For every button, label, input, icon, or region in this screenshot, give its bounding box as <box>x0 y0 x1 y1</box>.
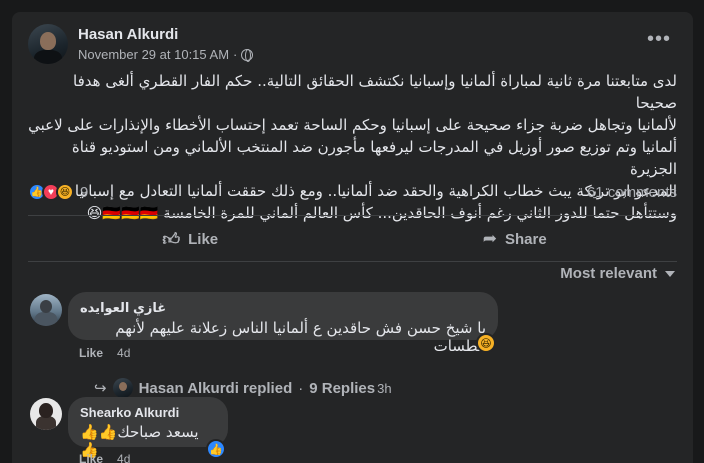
replies-link[interactable]: ↪ Hasan Alkurdi replied · 9 Replies 3h <box>94 378 392 398</box>
post-text-line: لدى متابعتنا مرة ثانية لمباراة ألمانيا و… <box>73 72 677 112</box>
divider <box>28 215 677 216</box>
post-actions: 👍︎ Like ➦ Share <box>28 217 677 261</box>
replied-label: Hasan Alkurdi replied <box>138 379 293 397</box>
replies-time: 3h <box>377 380 392 396</box>
post-stats: 👍 ♥ 😆 9 61 comments <box>28 181 677 203</box>
haha-reaction-icon[interactable]: 😆 <box>476 333 496 353</box>
share-button[interactable]: ➦ Share <box>353 217 678 261</box>
post-text-line: ألمانيا وتم توزيع صور أوزيل في المدرجات … <box>71 138 677 178</box>
comment-actions: Like 4d <box>79 346 130 360</box>
post-text-line: لألمانيا وتجاهل ضربة جزاء صحيحة على إسبا… <box>28 116 677 134</box>
like-button[interactable]: 👍︎ Like <box>28 217 353 261</box>
comment-actions: Like 4d <box>79 452 130 463</box>
comment-text: يا شيخ حسن فش حاقدين ع ألمانيا الناس زعل… <box>115 319 486 355</box>
caret-down-icon <box>665 270 675 277</box>
replies-separator: · <box>298 379 304 397</box>
thumbs-up-icon: 👍︎ <box>162 229 181 249</box>
like-label: Like <box>188 230 219 248</box>
comment-time[interactable]: 4d <box>117 346 130 360</box>
reaction-count[interactable]: 9 <box>80 184 88 201</box>
post-meta: November 29 at 10:15 AM · <box>78 47 254 62</box>
author-info: Hasan Alkurdi November 29 at 10:15 AM · <box>78 26 254 62</box>
commenter-avatar[interactable] <box>30 398 62 430</box>
comment-like-button[interactable]: Like <box>79 346 103 360</box>
divider <box>28 261 677 262</box>
comment-bubble: غازي العوايده يا شيخ حسن فش حاقدين ع ألم… <box>68 292 498 355</box>
comment-count[interactable]: 61 comments <box>587 184 677 201</box>
comment-like-button[interactable]: Like <box>79 452 103 463</box>
post-timestamp[interactable]: November 29 at 10:15 AM <box>78 47 229 62</box>
more-options-icon[interactable]: ••• <box>647 29 671 49</box>
share-label: Share <box>505 230 547 248</box>
commenter-name[interactable]: Shearko Alkurdi <box>80 405 216 420</box>
post-header: Hasan Alkurdi November 29 at 10:15 AM · <box>28 24 254 64</box>
post-card: Hasan Alkurdi November 29 at 10:15 AM · … <box>12 12 693 463</box>
reactions-summary[interactable]: 👍 ♥ 😆 9 <box>28 183 88 201</box>
comment-time[interactable]: 4d <box>117 452 130 463</box>
replier-avatar <box>112 378 133 398</box>
haha-reaction-icon: 😆 <box>56 183 74 201</box>
replies-count: 9 Replies <box>309 379 376 397</box>
sort-label: Most relevant <box>560 265 657 282</box>
commenter-avatar[interactable] <box>30 294 62 326</box>
author-avatar[interactable] <box>28 24 68 64</box>
reply-arrow-icon: ↪ <box>94 380 107 397</box>
share-icon: ➦ <box>482 229 498 248</box>
globe-icon <box>241 48 254 62</box>
like-reaction-icon[interactable]: 👍 <box>206 439 226 459</box>
meta-separator: · <box>233 47 238 62</box>
comment-sort-dropdown[interactable]: Most relevant <box>560 265 675 282</box>
commenter-name[interactable]: غازي العوايده <box>80 300 486 316</box>
author-name[interactable]: Hasan Alkurdi <box>78 26 253 43</box>
comment-bubble: Shearko Alkurdi يسعد صباحك👍👍👍 <box>68 397 228 459</box>
